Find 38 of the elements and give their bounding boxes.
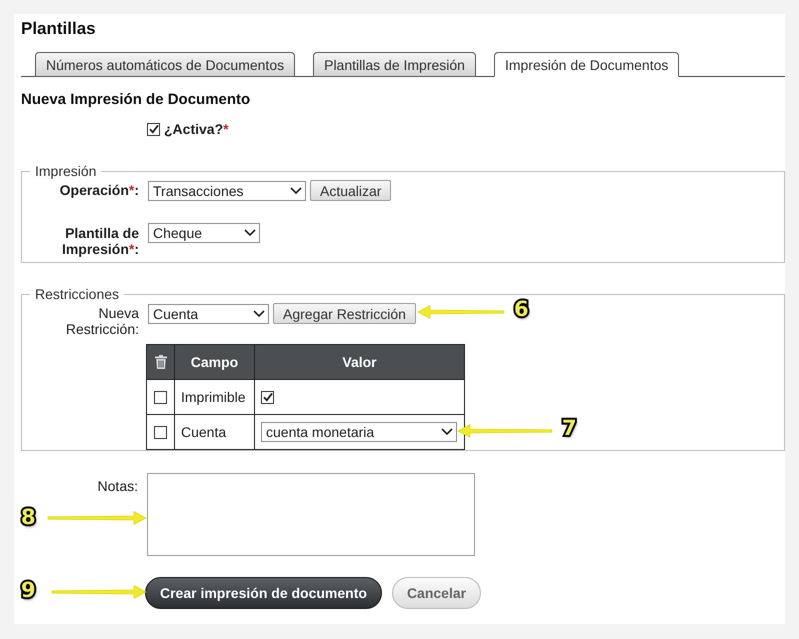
section-legend: Restricciones (30, 286, 124, 302)
field-label: Notas: (98, 478, 138, 494)
checkbox[interactable] (261, 390, 274, 404)
callout-number: 8 (21, 506, 36, 528)
callout-number: 7 (562, 417, 577, 439)
update-button[interactable]: Actualizar (310, 180, 392, 201)
callout-number: 6 (514, 298, 529, 320)
form-title: Nueva Impresión de Documento (21, 91, 250, 109)
field-label: Operación*: (60, 182, 139, 198)
checkbox[interactable] (154, 390, 167, 404)
notes-field[interactable] (147, 473, 475, 556)
chevron-icon (253, 310, 265, 318)
tab[interactable]: Plantillas de Impresión (313, 52, 476, 77)
chevron-icon (441, 428, 453, 436)
select-field[interactable]: cuenta monetaria (261, 422, 457, 442)
select-field[interactable]: Cheque (148, 223, 260, 243)
column-header: Valor (254, 344, 464, 380)
cancel-button[interactable]: Cancelar (392, 577, 482, 609)
chevron-icon (244, 229, 256, 237)
callout-number: 9 (21, 579, 36, 601)
trash-icon[interactable] (154, 355, 166, 369)
checkbox[interactable] (154, 426, 167, 438)
table-cell: Imprimible (174, 380, 254, 414)
checkbox[interactable] (147, 122, 160, 136)
select-field[interactable]: Cuenta (148, 304, 269, 324)
page-title: Plantillas (21, 19, 96, 39)
chevron-icon (290, 186, 302, 194)
field-label: Plantilla de Impresión*: (60, 225, 139, 257)
create-button[interactable]: Crear impresión de documento (145, 577, 382, 609)
add-restriction-button[interactable]: Agregar Restricción (273, 303, 416, 324)
column-header: Campo (174, 344, 254, 380)
field-label: Nueva Restricción: (64, 305, 139, 337)
select-field[interactable]: Transacciones (148, 180, 306, 200)
field-label: ¿Activa?* (164, 121, 229, 137)
section-legend: Impresión (30, 163, 102, 179)
tab[interactable]: Números automáticos de Documentos (35, 52, 296, 77)
table-cell: Cuenta (174, 414, 254, 450)
tab[interactable]: Impresión de Documentos (494, 52, 680, 77)
